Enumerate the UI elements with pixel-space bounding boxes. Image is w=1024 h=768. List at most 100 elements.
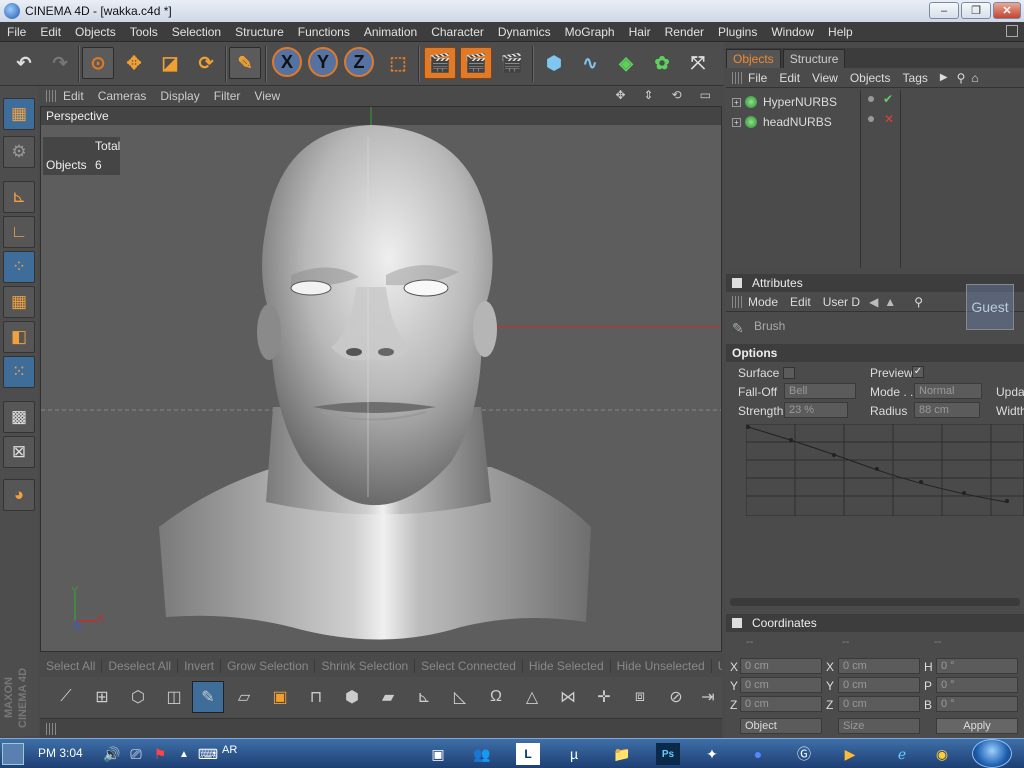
smooth-shift-icon[interactable]: ▰	[372, 681, 404, 713]
network-icon[interactable]: ⎚	[124, 743, 148, 765]
layout-resize-icon[interactable]	[1006, 25, 1018, 37]
grow-selection-button[interactable]: Grow Selection	[221, 659, 316, 673]
object-dropdown[interactable]: Object	[740, 718, 822, 734]
scale-tool-button[interactable]: ◪	[154, 47, 186, 79]
menu-tools[interactable]: Tools	[123, 25, 165, 39]
objects-menu-file[interactable]: File	[742, 71, 773, 85]
objects-menu-tags[interactable]: Tags	[897, 71, 934, 85]
menu-functions[interactable]: Functions	[291, 25, 357, 39]
visibility-dot-icon[interactable]	[868, 116, 874, 122]
menu-animation[interactable]: Animation	[357, 25, 424, 39]
taskbar-chrome-icon[interactable]: ◉	[930, 743, 954, 765]
bridge-icon[interactable]: ⊓	[300, 681, 332, 713]
menu-plugins[interactable]: Plugins	[711, 25, 764, 39]
apply-button[interactable]: Apply	[936, 718, 1018, 734]
knife-icon[interactable]: ▱	[228, 681, 260, 713]
points-mode-icon[interactable]: ⁘	[3, 251, 35, 283]
texture-axis-icon[interactable]: ∟	[3, 216, 35, 248]
taskbar-photoshop-icon[interactable]: Ps	[656, 743, 680, 765]
language-indicator[interactable]: AR	[222, 744, 237, 756]
more-tools-icon[interactable]: ⇥	[692, 681, 724, 713]
x-axis-lock-button[interactable]: X	[272, 47, 302, 77]
nurbs-button[interactable]: ◈	[610, 47, 642, 79]
menu-hair[interactable]: Hair	[622, 25, 658, 39]
taskbar-media-icon[interactable]: ▶	[838, 743, 862, 765]
expand-icon[interactable]: +	[732, 117, 741, 127]
spline-tool-button[interactable]: ∿	[574, 47, 606, 79]
pan-icon[interactable]: ✥	[608, 88, 632, 102]
search-icon[interactable]: ⚲	[911, 295, 926, 309]
taskbar-folder-icon[interactable]: 📁	[610, 743, 634, 765]
menu-more-icon[interactable]: ▶	[934, 72, 954, 83]
falloff-curve-graph[interactable]	[746, 424, 1024, 516]
menu-file[interactable]: File	[0, 25, 33, 39]
add-points-icon[interactable]: ⊞	[86, 681, 118, 713]
move-tool-button[interactable]: ✥	[118, 47, 150, 79]
objects-menu-edit[interactable]: Edit	[773, 71, 806, 85]
visibility-dot-icon[interactable]	[868, 96, 874, 102]
weld-icon[interactable]: ✛	[588, 681, 620, 713]
cube-primitive-button[interactable]: ⬢	[538, 47, 570, 79]
options-section-header[interactable]: Options	[726, 344, 1024, 362]
disabled-x-icon[interactable]: ✕	[884, 112, 894, 126]
undo-button[interactable]: ↶	[8, 47, 40, 79]
extrude-inner-icon[interactable]: ⬢	[336, 681, 368, 713]
deformer-button[interactable]: ⤧	[682, 47, 714, 79]
unhide-all-button[interactable]: Unhide All	[712, 659, 722, 673]
viewport-menu-edit[interactable]: Edit	[56, 89, 91, 103]
menu-selection[interactable]: Selection	[165, 25, 228, 39]
maximize-view-icon[interactable]: ▭	[693, 88, 718, 102]
menu-structure[interactable]: Structure	[228, 25, 291, 39]
taskbar-users-icon[interactable]: 👥	[470, 743, 494, 765]
back-arrow-icon[interactable]: ◀	[866, 295, 881, 309]
tab-objects[interactable]: Objects	[726, 49, 781, 68]
menu-edit[interactable]: Edit	[33, 25, 68, 39]
taskbar-app-icon[interactable]: ▣	[426, 743, 450, 765]
matrix-extrude-icon[interactable]: △	[516, 681, 548, 713]
render-picture-viewer-button[interactable]: 🎬	[460, 47, 492, 79]
invert-button[interactable]: Invert	[178, 659, 222, 673]
surface-checkbox[interactable]	[783, 367, 795, 379]
viewport-menu-cameras[interactable]: Cameras	[91, 89, 154, 103]
attributes-scrollbar[interactable]	[730, 598, 1020, 606]
iron-icon[interactable]: ◺	[444, 681, 476, 713]
enabled-check-icon[interactable]: ✔	[883, 92, 893, 106]
falloff-dropdown[interactable]: Bell	[784, 383, 856, 399]
objects-menu-objects[interactable]: Objects	[844, 71, 897, 85]
mirror-icon[interactable]: ⋈	[552, 681, 584, 713]
taskbar-person-icon[interactable]: ✦	[700, 743, 724, 765]
render-settings-button[interactable]: 🎬	[496, 47, 528, 79]
extrude-icon[interactable]: ⬡	[122, 681, 154, 713]
show-hidden-icons[interactable]: ▲	[172, 743, 196, 765]
object-name[interactable]: HyperNURBS	[763, 95, 837, 109]
list-item[interactable]: + HyperNURBS	[732, 93, 837, 111]
taskbar-cinema4d-icon[interactable]: ●	[746, 743, 770, 765]
shrink-selection-button[interactable]: Shrink Selection	[315, 659, 416, 673]
brush-icon[interactable]: ✎	[192, 681, 224, 713]
coordinate-system-button[interactable]: ⬚	[382, 47, 414, 79]
live-selection-button[interactable]: ⊙	[82, 47, 114, 79]
rot-p-field[interactable]: 0 °	[936, 677, 1018, 693]
slide-icon[interactable]: ⊾	[408, 681, 440, 713]
pos-z-field[interactable]: 0 cm	[740, 696, 822, 712]
sculpt-icon[interactable]: ◕	[3, 479, 35, 511]
menu-objects[interactable]: Objects	[68, 25, 123, 39]
menu-help[interactable]: Help	[821, 25, 860, 39]
menu-window[interactable]: Window	[764, 25, 821, 39]
list-item[interactable]: + headNURBS	[732, 113, 832, 131]
select-connected-button[interactable]: Select Connected	[415, 659, 523, 673]
checker-icon[interactable]: ▩	[3, 401, 35, 433]
volume-icon[interactable]: 🔊	[100, 743, 124, 765]
y-axis-lock-button[interactable]: Y	[308, 47, 338, 77]
brush-tool-button[interactable]: ✎	[229, 47, 261, 79]
start-button[interactable]	[972, 739, 1012, 768]
object-name[interactable]: headNURBS	[763, 115, 832, 129]
size-y-field[interactable]: 0 cm	[838, 677, 920, 693]
3d-viewport[interactable]: Perspective Total Objects 6 Y X Z	[40, 106, 722, 652]
preview-checkbox[interactable]: ✓	[912, 366, 924, 378]
tab-structure[interactable]: Structure	[782, 49, 846, 68]
strength-field[interactable]: 23 %	[784, 402, 848, 418]
attributes-menu-user-data[interactable]: User D	[817, 295, 866, 309]
uv-mode-icon[interactable]: ⁙	[3, 356, 35, 388]
size-z-field[interactable]: 0 cm	[838, 696, 920, 712]
